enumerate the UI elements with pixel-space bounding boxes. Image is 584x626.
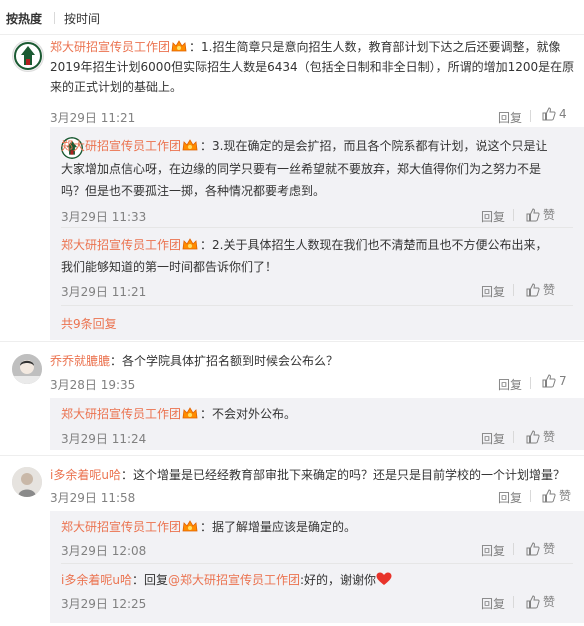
tab-sort-by-hot[interactable]: 按热度	[6, 10, 42, 27]
reply-button[interactable]: 回复	[498, 376, 522, 393]
avatar[interactable]	[12, 40, 44, 72]
comment-text-line: 乔乔就膔膔：各个学院具体扩招名额到时候会公布么？	[50, 354, 339, 368]
divider	[513, 284, 514, 296]
like-button[interactable]: 赞	[526, 540, 555, 556]
reply-button[interactable]: 回复	[481, 208, 505, 225]
reply-button[interactable]: 回复	[481, 542, 505, 559]
avatar[interactable]	[12, 467, 42, 497]
comment-text-line: 来的正式计划的基础上。	[50, 80, 183, 94]
thumbs-up-icon	[526, 595, 540, 609]
reply-button[interactable]: 回复	[481, 430, 505, 447]
mention-link[interactable]: @郑大研招宣传员工作团	[168, 573, 300, 587]
divider	[61, 227, 573, 228]
reply-timestamp: 3月29日 11:21	[61, 285, 147, 299]
user-photo-icon	[12, 467, 42, 497]
reply-button[interactable]: 回复	[498, 109, 522, 126]
like-button[interactable]: 赞	[526, 281, 555, 297]
reply-button[interactable]: 回复	[498, 489, 522, 506]
thumbs-up-icon	[542, 107, 556, 121]
commenter-name[interactable]: 郑大研招宣传员工作团	[50, 40, 170, 54]
reply-button[interactable]: 回复	[481, 283, 505, 300]
thumbs-up-icon	[542, 374, 556, 388]
divider	[513, 431, 514, 443]
heart-emoji-icon	[376, 572, 392, 585]
reply-text-line: 郑大研招宣传员工作团 ：不会对外公布。	[61, 407, 297, 421]
like-button[interactable]: 赞	[542, 487, 571, 503]
vip-badge-icon	[171, 40, 187, 52]
reply-timestamp: 3月29日 12:25	[61, 597, 147, 611]
vip-badge-icon	[182, 238, 198, 250]
view-all-replies-link[interactable]: 共9条回复	[61, 315, 117, 332]
reply-text-line: 大家增加点信心呀，在边缘的同学只要有一丝希望就不要放弃，郑大值得你们为之努力不是	[61, 162, 542, 176]
reply-text-line: 郑大研招宣传员工作团 ：3.现在确定的是会扩招，而且各个院系都有计划，说这个只是让	[61, 139, 548, 153]
divider	[513, 596, 514, 608]
reply-text-line: 吗？但是也不要孤注一掷，各种情况都要考虑到。	[61, 184, 326, 198]
reply-text-line: 郑大研招宣传员工作团 ：2.关于具体招生人数现在我们也不清楚而且也不方便公布出来，	[61, 238, 548, 252]
thumbs-up-icon	[526, 430, 540, 444]
replier-name[interactable]: 郑大研招宣传员工作团	[61, 139, 181, 153]
comment-timestamp: 3月29日 11:21	[50, 111, 136, 125]
divider	[0, 341, 584, 342]
divider	[61, 305, 573, 306]
reply-button[interactable]: 回复	[481, 595, 505, 612]
user-photo-icon	[12, 354, 42, 384]
replier-name[interactable]: 郑大研招宣传员工作团	[61, 407, 181, 421]
comment-text-line: 2019年招生计划6000但实际招生人数是6434（包括全日制和非全日制），所谓…	[50, 60, 575, 74]
sort-tabs: 按热度 按时间	[0, 0, 584, 35]
tab-divider	[54, 12, 55, 24]
comment-text-line: 郑大研招宣传员工作团 ：1.招生简章只是意向招生人数，教育部计划下达之后还要调整，…	[50, 40, 561, 54]
vip-badge-icon	[182, 139, 198, 151]
divider	[513, 543, 514, 555]
divider	[530, 110, 531, 122]
vip-badge-icon	[182, 520, 198, 532]
replier-name[interactable]: i多余着呢u哈	[61, 573, 132, 587]
reply-timestamp: 3月29日 11:24	[61, 432, 147, 446]
thumbs-up-icon	[526, 208, 540, 222]
reply-text-line: i多余着呢u哈：回复@郑大研招宣传员工作团:好的，谢谢你	[61, 570, 392, 590]
divider	[513, 209, 514, 221]
divider	[530, 377, 531, 389]
comment-text-line: i多余着呢u哈：这个增量是已经经教育部审批下来确定的吗？还是只是目前学校的一个计…	[50, 468, 565, 482]
divider	[530, 490, 531, 502]
reply-text-line: 我们能够知道的第一时间都告诉你们了！	[61, 260, 278, 274]
like-button[interactable]: 赞	[526, 593, 555, 609]
university-logo-icon	[14, 42, 42, 70]
commenter-name[interactable]: 乔乔就膔膔	[50, 354, 110, 368]
reply-text-line: 郑大研招宣传员工作团 ：据了解增量应该是确定的。	[61, 520, 357, 534]
divider	[61, 563, 573, 564]
tab-sort-by-time[interactable]: 按时间	[64, 10, 100, 27]
replier-name[interactable]: 郑大研招宣传员工作团	[61, 520, 181, 534]
thumbs-up-icon	[526, 542, 540, 556]
commenter-name[interactable]: i多余着呢u哈	[50, 468, 121, 482]
like-button[interactable]: 7	[542, 374, 567, 390]
like-button[interactable]: 赞	[526, 206, 555, 222]
replier-name[interactable]: 郑大研招宣传员工作团	[61, 238, 181, 252]
avatar[interactable]	[12, 354, 42, 384]
reply-timestamp: 3月29日 12:08	[61, 544, 147, 558]
comment-timestamp: 3月28日 19:35	[50, 378, 136, 392]
vip-badge-icon	[182, 407, 198, 419]
reply-timestamp: 3月29日 11:33	[61, 210, 147, 224]
thumbs-up-icon	[526, 283, 540, 297]
like-button[interactable]: 赞	[526, 428, 555, 444]
comment-timestamp: 3月29日 11:58	[50, 491, 136, 505]
like-button[interactable]: 4	[542, 107, 567, 123]
divider	[0, 455, 584, 456]
thumbs-up-icon	[542, 489, 556, 503]
